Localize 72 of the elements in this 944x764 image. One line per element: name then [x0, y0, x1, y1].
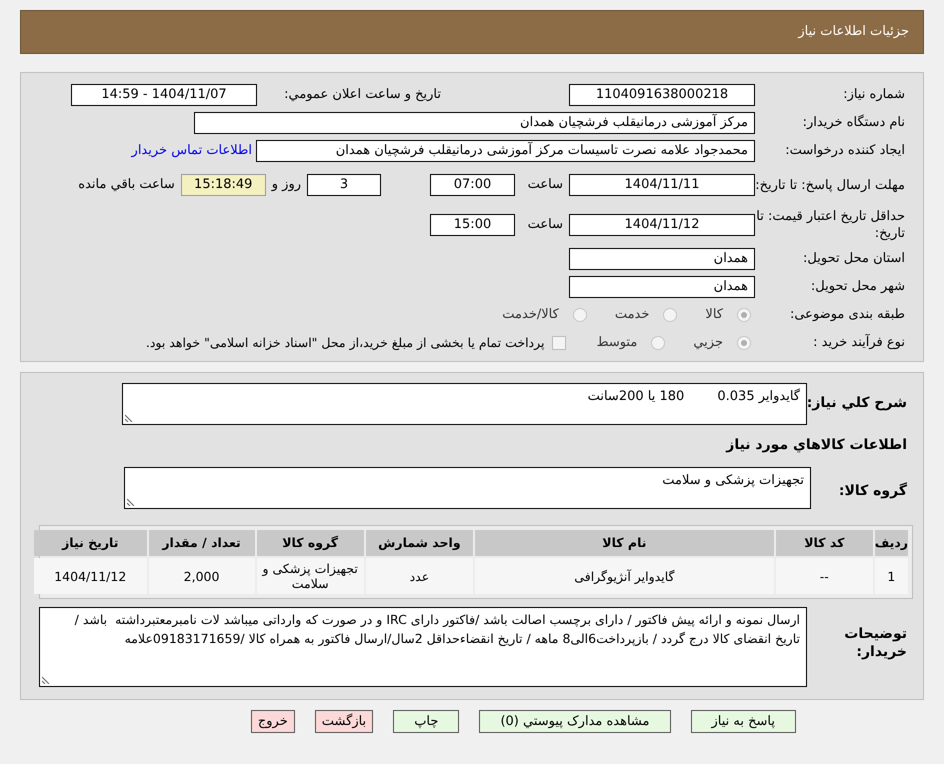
remaining-time-field: 15:18:49 — [180, 174, 266, 196]
action-button[interactable]: چاپ — [393, 710, 460, 733]
radio-button[interactable] — [651, 336, 666, 350]
resize-grip-icon[interactable] — [127, 498, 135, 506]
text-field[interactable]: همدان — [569, 248, 755, 270]
text-area[interactable]: گایدوایر 0.035 180 یا 200سانت — [122, 383, 807, 425]
action-button[interactable]: مشاهده مدارک پیوستي (0) — [479, 710, 670, 733]
table-cell: 1 — [874, 558, 908, 594]
field-label: ساعت — [526, 176, 563, 194]
text-field[interactable]: محمدجواد علامه نصرت تاسیسات مرکز آموزشی درمانیقلب فرشچیان همدان — [256, 140, 755, 162]
table-cell: عدد — [366, 558, 473, 594]
field-label: جزيي — [693, 334, 723, 352]
text-field[interactable]: 3 — [307, 174, 381, 196]
radio-button[interactable] — [737, 336, 751, 350]
text-field[interactable]: 07:00 — [430, 174, 515, 196]
text-field[interactable]: مرکز آموزشی درمانیقلب فرشچیان همدان — [194, 112, 755, 134]
column-header: تعداد / مقدار — [148, 530, 255, 556]
field-label: استان محل تحویل: — [802, 250, 905, 268]
field-label: خدمت — [614, 306, 650, 324]
field-label: ساعت باقي مانده — [78, 176, 175, 194]
text-field[interactable]: 1404/11/11 — [569, 174, 755, 196]
column-header: گروه کالا — [256, 530, 364, 556]
action-button[interactable]: خروج — [250, 710, 295, 733]
field-label: پرداخت تمام یا بخشی از مبلغ خرید،از محل "اسناد خزانه اسلامی" خواهد بود. — [146, 334, 544, 352]
table-cell: 1404/11/12 — [34, 558, 147, 594]
section-heading: اطلاعات کالاهاي مورد نیاز — [724, 436, 907, 455]
column-header: ردیف — [874, 530, 908, 556]
text-area[interactable] — [39, 607, 807, 687]
buyer-contact-link[interactable]: اطلاعات تماس خریدار — [132, 141, 252, 161]
radio-button[interactable] — [572, 308, 587, 322]
radio-button[interactable] — [737, 308, 751, 322]
text-field[interactable]: 1404/11/07 - 14:59 — [71, 84, 257, 106]
text-field[interactable]: 1104091638000218 — [569, 84, 755, 106]
radio-button[interactable] — [663, 308, 678, 322]
table-cell: 2,000 — [148, 558, 255, 594]
field-label: شهر محل تحویل: — [810, 278, 905, 296]
table-cell: تجهیزات پزشکی و سلامت — [256, 558, 364, 594]
text-field[interactable]: همدان — [569, 276, 755, 298]
field-label: حداقل تاریخ اعتبار قیمت: تا تاریخ: — [755, 208, 905, 242]
field-label: نام دستگاه خریدار: — [802, 114, 905, 132]
text-field[interactable]: 15:00 — [430, 214, 515, 236]
field-label: ایجاد کننده درخواست: — [784, 142, 905, 160]
table-cell: -- — [776, 558, 873, 594]
field-label: شماره نیاز: — [842, 86, 905, 104]
checkbox[interactable] — [552, 336, 566, 350]
field-label: روز و — [272, 176, 301, 194]
field-label: طبقه بندی موضوعی: — [788, 306, 905, 324]
field-label: نوع فرآیند خرید : — [812, 333, 905, 352]
field-label: کالا — [705, 306, 723, 324]
page-title: جزئیات اطلاعات نیاز — [798, 23, 909, 42]
field-label: گروه کالا: — [838, 481, 907, 501]
field-label: تاریخ و ساعت اعلان عمومي: — [283, 86, 441, 104]
textarea-text: ارسال نمونه و ارائه پیش فاکتور / دارای برچسب اصالت باشد /فاکتور دارای IRC و در صورت که وارداتی میباشد لات نامبرمعتبرداشته باشد / تاریخ انقضای کالا درج گردد / بازپرداخت6الی8 ماهه / تاریخ انقضاءحداقل 2سال/ارسال فاکتور به همراه کالا /09183171659علامه — [74, 612, 800, 646]
text-field[interactable]: 1404/11/12 — [569, 214, 755, 236]
resize-grip-icon[interactable] — [42, 676, 50, 684]
field-label: شرح کلي نیاز: — [807, 394, 907, 413]
field-label: متوسط — [596, 334, 638, 352]
table-cell: گایدوایر آنژیوگرافی — [474, 558, 774, 594]
field-label: کالا/خدمت — [502, 306, 559, 324]
resize-grip-icon[interactable] — [125, 414, 133, 422]
field-label: توضیحات خریدار: — [843, 625, 907, 661]
textarea-text: گایدوایر 0.035 180 یا 200سانت — [588, 389, 800, 404]
field-label: مهلت ارسال پاسخ: تا تاریخ: — [755, 176, 905, 194]
field-label: ساعت — [526, 216, 563, 234]
column-header: واحد شمارش — [366, 530, 473, 556]
action-button[interactable]: پاسخ به نیاز — [690, 710, 796, 733]
column-header: کد کالا — [776, 530, 873, 556]
column-header: تاریخ نیاز — [34, 530, 147, 556]
textarea-text: تجهیزات پزشکی و سلامت — [662, 473, 804, 488]
action-button[interactable]: بازگشت — [314, 710, 374, 733]
text-area[interactable]: تجهیزات پزشکی و سلامت — [124, 467, 811, 509]
column-header: نام کالا — [474, 530, 774, 556]
